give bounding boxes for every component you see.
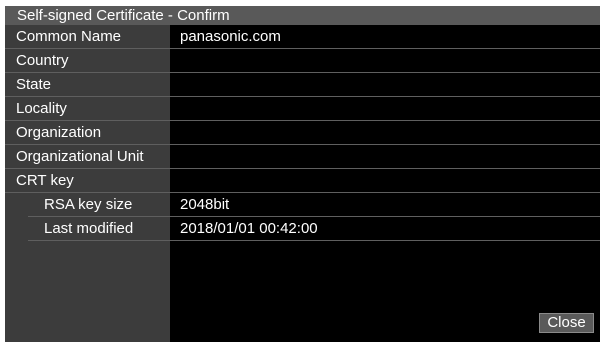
rsa-key-size-label: RSA key size [44,196,133,213]
row-last-modified: Last modified 2018/01/01 00:42:00 [5,217,600,241]
row-organization: Organization [5,121,600,145]
common-name-value: panasonic.com [180,28,281,45]
dialog-title: Self-signed Certificate - Confirm [5,6,600,25]
country-label: Country [16,52,69,69]
close-button[interactable]: Close [539,313,594,333]
row-organizational-unit: Organizational Unit [5,145,600,169]
certificate-confirm-dialog: Self-signed Certificate - Confirm Common… [5,6,600,342]
row-crt-key: CRT key [5,169,600,193]
last-modified-label: Last modified [44,220,134,237]
locality-label: Locality [16,100,67,117]
rsa-key-size-value: 2048bit [180,196,230,213]
common-name-label: Common Name [16,28,122,45]
certificate-details-table: Common Name panasonic.com Country State … [5,25,600,241]
row-locality: Locality [5,97,600,121]
row-country: Country [5,49,600,73]
row-state: State [5,73,600,97]
row-rsa-key-size: RSA key size 2048bit [5,193,600,217]
organizational-unit-label: Organizational Unit [16,148,144,165]
organization-label: Organization [16,124,102,141]
row-common-name: Common Name panasonic.com [5,25,600,49]
crt-key-label: CRT key [16,172,74,189]
last-modified-value: 2018/01/01 00:42:00 [180,220,318,237]
state-label: State [16,76,52,93]
